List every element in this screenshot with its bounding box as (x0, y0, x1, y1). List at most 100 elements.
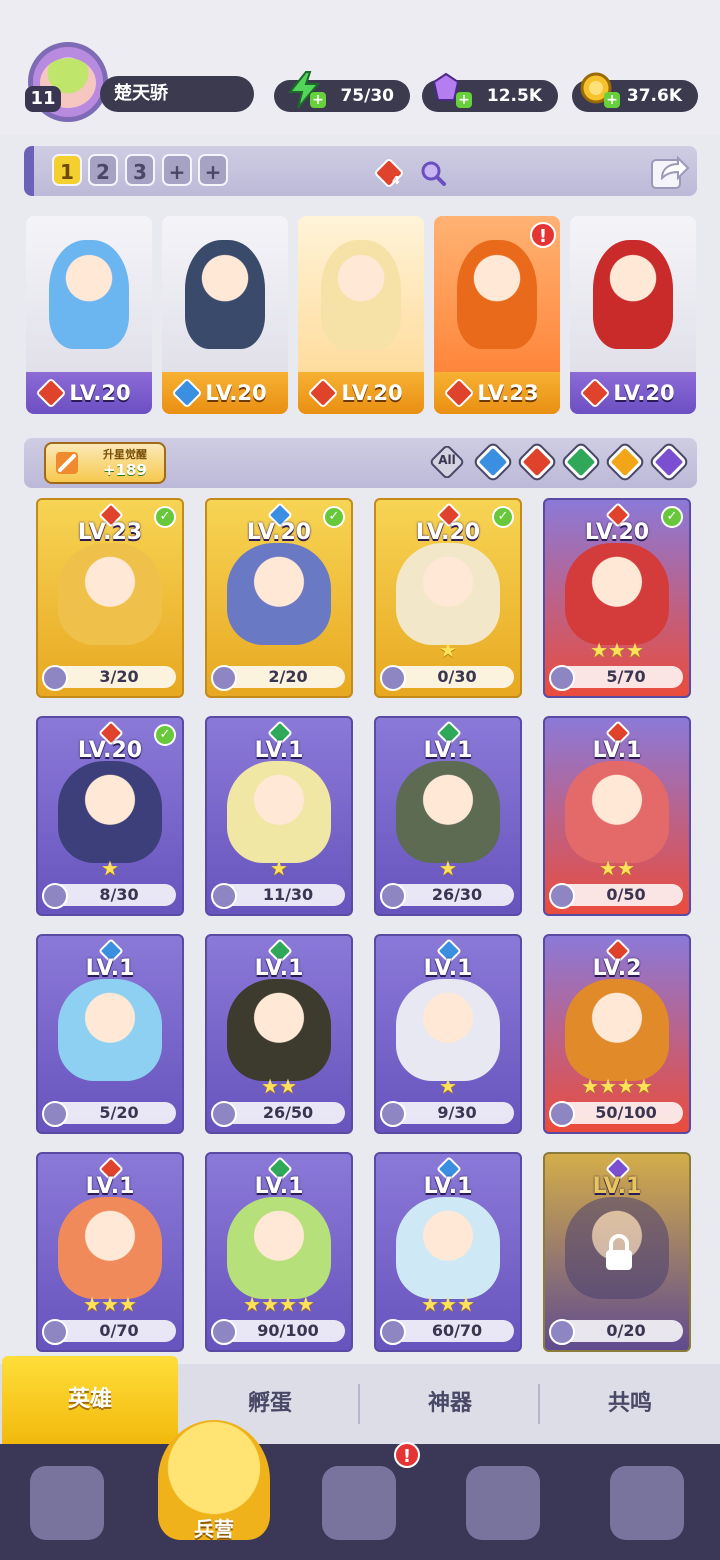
shard-icon (549, 1101, 575, 1127)
hero-portrait (227, 1197, 331, 1300)
shard-icon (380, 1101, 406, 1127)
deployed-check-icon: ✓ (154, 506, 176, 528)
hero-portrait (565, 543, 669, 646)
share-icon[interactable] (648, 150, 690, 192)
star-rating: ★ (439, 638, 457, 662)
shard-icon (549, 1319, 575, 1345)
hero-portrait (396, 761, 500, 864)
tab-artifacts[interactable]: 神器 (360, 1364, 540, 1444)
lineup-hero-card[interactable]: LV.20 (298, 216, 424, 414)
hero-card[interactable]: LV.23 ✓ 3/20 (36, 498, 184, 698)
team-tab-3[interactable]: 3 (125, 154, 155, 186)
filter-all-label: All (438, 453, 456, 467)
shard-icon (211, 883, 237, 909)
hero-card[interactable]: LV.20 ✓ ★ 0/30 (374, 498, 522, 698)
tab-resonance[interactable]: 共鸣 (540, 1364, 720, 1444)
star-rating: ★★★ (83, 1292, 137, 1316)
shard-icon (42, 1101, 68, 1127)
filter-all[interactable]: All (428, 445, 466, 479)
hero-card-locked[interactable]: LV.1 0/20 (543, 1152, 691, 1352)
hero-level: LV.1 (254, 738, 304, 763)
hero-card[interactable]: LV.1 ★★★ 0/70 (36, 1152, 184, 1352)
sword-icon (56, 452, 78, 474)
team-add-button-2[interactable]: + (198, 154, 228, 186)
hero-portrait (58, 543, 162, 646)
nav-cards-icon[interactable] (30, 1466, 104, 1540)
shard-icon (42, 665, 68, 691)
nav-map-alert-badge: ! (394, 1442, 420, 1468)
hero-level: LV.1 (254, 1174, 304, 1199)
hero-level: LV.1 (423, 738, 473, 763)
hero-card[interactable]: LV.1 ★ 9/30 (374, 934, 522, 1134)
deployed-check-icon: ✓ (661, 506, 683, 528)
hero-card[interactable]: LV.1 ★★ 26/50 (205, 934, 353, 1134)
hero-card[interactable]: LV.1 ★★★ 60/70 (374, 1152, 522, 1352)
hero-portrait (396, 979, 500, 1082)
team-tab-2[interactable]: 2 (88, 154, 118, 186)
hero-portrait (227, 761, 331, 864)
shard-icon (211, 1319, 237, 1345)
search-icon[interactable] (418, 158, 448, 188)
shard-icon (549, 883, 575, 909)
star-awaken-label: 升星觉醒 (103, 448, 147, 461)
shard-icon (42, 883, 68, 909)
star-rating: ★ (439, 1074, 457, 1098)
lineup-hero-card[interactable]: LV.20 (570, 216, 696, 414)
hero-level: LV.1 (423, 956, 473, 981)
hero-portrait (48, 239, 130, 349)
star-rating: ★★★ (590, 638, 644, 662)
deployed-check-icon: ✓ (154, 724, 176, 746)
team-element-indicator[interactable]: 4 (372, 156, 406, 190)
hero-portrait (58, 761, 162, 864)
hero-level: LV.1 (423, 1174, 473, 1199)
star-awaken-button[interactable]: 升星觉醒 +189 (44, 442, 166, 484)
hero-level: LV.1 (85, 1174, 135, 1199)
energy-plus-icon[interactable]: + (310, 92, 326, 108)
hero-card[interactable]: LV.1 5/20 (36, 934, 184, 1134)
fire-element-icon (375, 159, 403, 187)
hero-level: LV.1 (85, 956, 135, 981)
hero-card[interactable]: LV.1 ★★★★ 90/100 (205, 1152, 353, 1352)
hero-card[interactable]: LV.1 ★★ 0/50 (543, 716, 691, 916)
hero-portrait (565, 979, 669, 1082)
team-tab-1[interactable]: 1 (52, 154, 82, 186)
nav-castle-icon[interactable] (466, 1466, 540, 1540)
team-add-button-1[interactable]: + (162, 154, 192, 186)
nav-mushroom-icon[interactable] (610, 1466, 684, 1540)
shard-icon (380, 665, 406, 691)
hero-portrait (227, 543, 331, 646)
hero-level: LV.1 (254, 956, 304, 981)
star-rating: ★★★ (421, 1292, 475, 1316)
hero-card[interactable]: LV.1 ★ 26/30 (374, 716, 522, 916)
hero-portrait (58, 979, 162, 1082)
hero-card[interactable]: LV.20 ✓ 2/20 (205, 498, 353, 698)
nav-map-icon[interactable] (322, 1466, 396, 1540)
hero-level: LV.1 (592, 738, 642, 763)
gems-plus-icon[interactable]: + (456, 92, 472, 108)
coins-plus-icon[interactable]: + (604, 92, 620, 108)
energy-value: 75/30 (340, 86, 394, 106)
player-level-badge: 11 (25, 86, 61, 112)
hero-portrait (396, 543, 500, 646)
player-name[interactable]: 楚天骄 (100, 76, 254, 112)
hero-portrait (456, 239, 538, 349)
deployed-check-icon: ✓ (323, 506, 345, 528)
star-rating: ★★★★ (243, 1292, 315, 1316)
lineup-hero-card[interactable]: LV.20 (26, 216, 152, 414)
hero-portrait (184, 239, 266, 349)
hero-portrait (396, 1197, 500, 1300)
tab-heroes[interactable]: 英雄 (2, 1356, 178, 1444)
hero-portrait (320, 239, 402, 349)
hero-portrait (565, 761, 669, 864)
shard-icon (380, 883, 406, 909)
gems-value: 12.5K (486, 86, 542, 106)
hero-card[interactable]: LV.20 ✓ ★★★ 5/70 (543, 498, 691, 698)
shard-icon (211, 665, 237, 691)
deployed-check-icon: ✓ (492, 506, 514, 528)
shard-icon (211, 1101, 237, 1127)
shard-icon (380, 1319, 406, 1345)
hero-card[interactable]: LV.1 ★ 11/30 (205, 716, 353, 916)
hero-card[interactable]: LV.2 ★★★★ 50/100 (543, 934, 691, 1134)
lineup-hero-card[interactable]: LV.20 (162, 216, 288, 414)
hero-card[interactable]: LV.20 ✓ ★ 8/30 (36, 716, 184, 916)
